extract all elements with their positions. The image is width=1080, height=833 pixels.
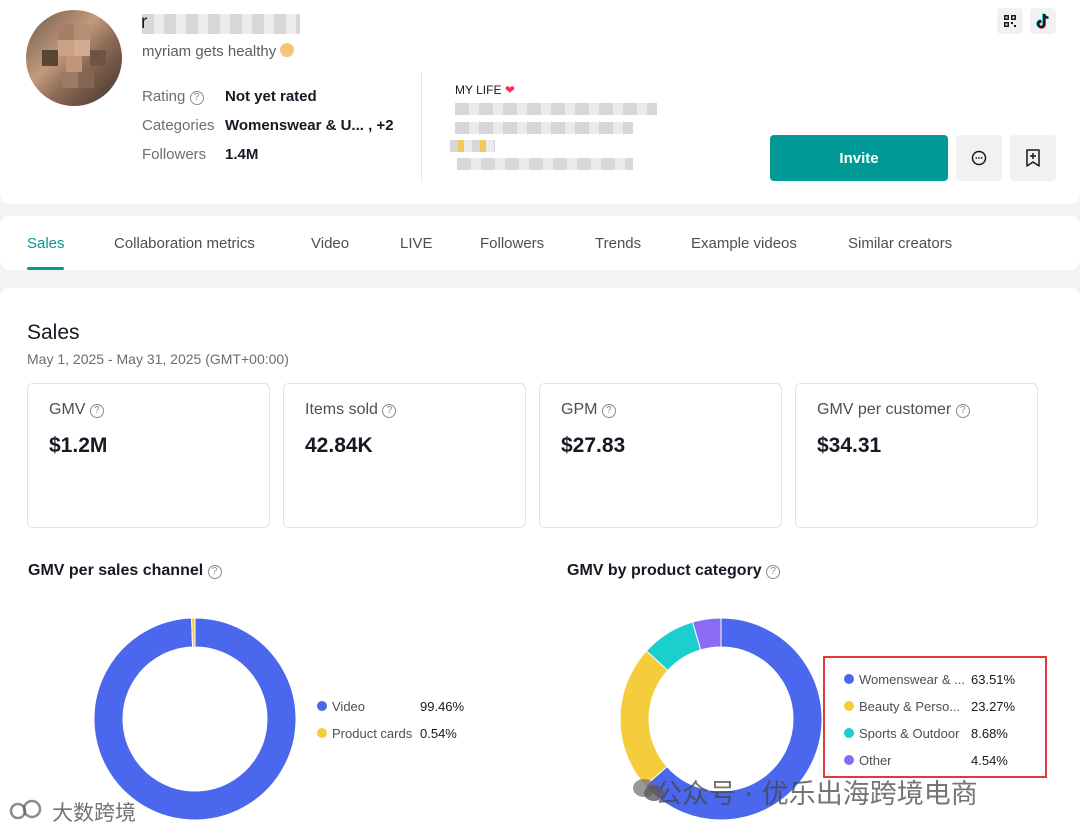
help-icon[interactable]: ?: [189, 91, 204, 105]
date-range: May 1, 2025 - May 31, 2025 (GMT+00:00): [27, 351, 289, 367]
tab-example-videos[interactable]: Example videos: [691, 235, 797, 252]
help-icon[interactable]: ?: [955, 404, 970, 418]
metric-value: $1.2M: [49, 434, 108, 457]
legend-swatch: [317, 728, 327, 738]
qr-code-icon[interactable]: [997, 8, 1023, 34]
tiktok-icon[interactable]: [1030, 8, 1056, 34]
emoji-icon: [280, 43, 295, 57]
wechat-icon: [633, 779, 664, 801]
metric-value: $34.31: [817, 434, 882, 457]
creator-name: r: [141, 12, 148, 33]
tab-followers[interactable]: Followers: [480, 235, 544, 252]
followers-value: 1.4M: [225, 146, 259, 163]
rating-row: Rating ? Not yet rated: [142, 88, 317, 105]
rating-label: Rating ?: [142, 88, 225, 105]
legend-swatch: [317, 701, 327, 711]
active-tab-indicator: [27, 267, 64, 270]
divider: [421, 72, 422, 182]
legend-label: Video: [332, 699, 366, 714]
tab-sales[interactable]: Sales: [27, 235, 65, 252]
help-icon[interactable]: ?: [382, 404, 397, 418]
section-title: Sales: [27, 321, 80, 344]
tab-trends[interactable]: Trends: [595, 235, 641, 252]
donut-slice-product-cards[interactable]: [191, 618, 196, 648]
metric-card-gmv-per-customer: GMV per customer ? $34.31: [795, 383, 1038, 528]
help-icon[interactable]: ?: [601, 404, 616, 418]
tab-live[interactable]: LIVE: [400, 235, 433, 252]
help-icon[interactable]: ?: [207, 565, 222, 579]
legend-value: 0.54%: [420, 726, 457, 741]
highlight-box: [823, 656, 1047, 778]
message-button[interactable]: [956, 135, 1002, 181]
about-text-redacted: [455, 122, 633, 134]
metric-card-gmv: GMV ? $1.2M: [27, 383, 270, 528]
channel-chart-title: GMV per sales channel ?: [28, 562, 222, 580]
metric-label: GMV ?: [49, 401, 104, 419]
bookmark-add-icon: [1026, 149, 1040, 167]
metric-value: 42.84K: [305, 434, 373, 457]
watermark-right: 公众号 · 优乐出海跨境电商: [655, 779, 978, 810]
donut-slice-beauty-perso[interactable]: [620, 650, 669, 787]
categories-value[interactable]: Womenswear & U... , +2: [225, 117, 394, 134]
about-text-redacted: [457, 158, 633, 170]
brand-logo-icon: [9, 799, 42, 820]
metric-label: GPM ?: [561, 401, 616, 419]
metric-card-items-sold: Items sold ? 42.84K: [283, 383, 526, 528]
help-icon[interactable]: ?: [766, 565, 781, 579]
followers-row: Followers 1.4M: [142, 146, 258, 163]
tab-bar: Sales Collaboration metrics Video LIVE F…: [0, 216, 1080, 270]
categories-row: Categories Womenswear & U... , +2: [142, 117, 394, 134]
watermark-left: 大数跨境: [52, 801, 136, 825]
legend-label: Product cards: [332, 726, 413, 741]
save-button[interactable]: [1010, 135, 1056, 181]
categories-label: Categories: [142, 117, 215, 134]
about-title: MY LIFE ❤: [455, 83, 515, 97]
legend-value: 99.46%: [420, 699, 465, 714]
creator-bio: myriam gets healthy: [142, 43, 295, 60]
avatar: [26, 10, 122, 106]
chat-bubble-icon: [971, 150, 987, 166]
rating-value: Not yet rated: [225, 88, 317, 105]
metric-card-gpm: GPM ? $27.83: [539, 383, 782, 528]
donut-slice-video[interactable]: [94, 618, 296, 820]
about-text-redacted: [455, 103, 657, 115]
metric-label: GMV per customer ?: [817, 401, 970, 419]
about-text-redacted: [450, 140, 495, 152]
creator-profile-card: r myriam gets healthy Rating ? Not yet ra…: [0, 0, 1080, 204]
metric-label: Items sold ?: [305, 401, 397, 419]
category-chart-title: GMV by product category ?: [567, 562, 781, 580]
metric-value: $27.83: [561, 434, 626, 457]
channel-donut-chart: [94, 618, 296, 820]
help-icon[interactable]: ?: [89, 404, 104, 418]
tab-collaboration-metrics[interactable]: Collaboration metrics: [114, 235, 255, 252]
followers-label: Followers: [142, 146, 207, 163]
tab-similar-creators[interactable]: Similar creators: [848, 235, 952, 252]
invite-button[interactable]: Invite: [770, 135, 948, 181]
heart-icon: ❤: [504, 83, 515, 97]
tab-video[interactable]: Video: [311, 235, 349, 252]
creator-name-redacted: [142, 14, 300, 34]
